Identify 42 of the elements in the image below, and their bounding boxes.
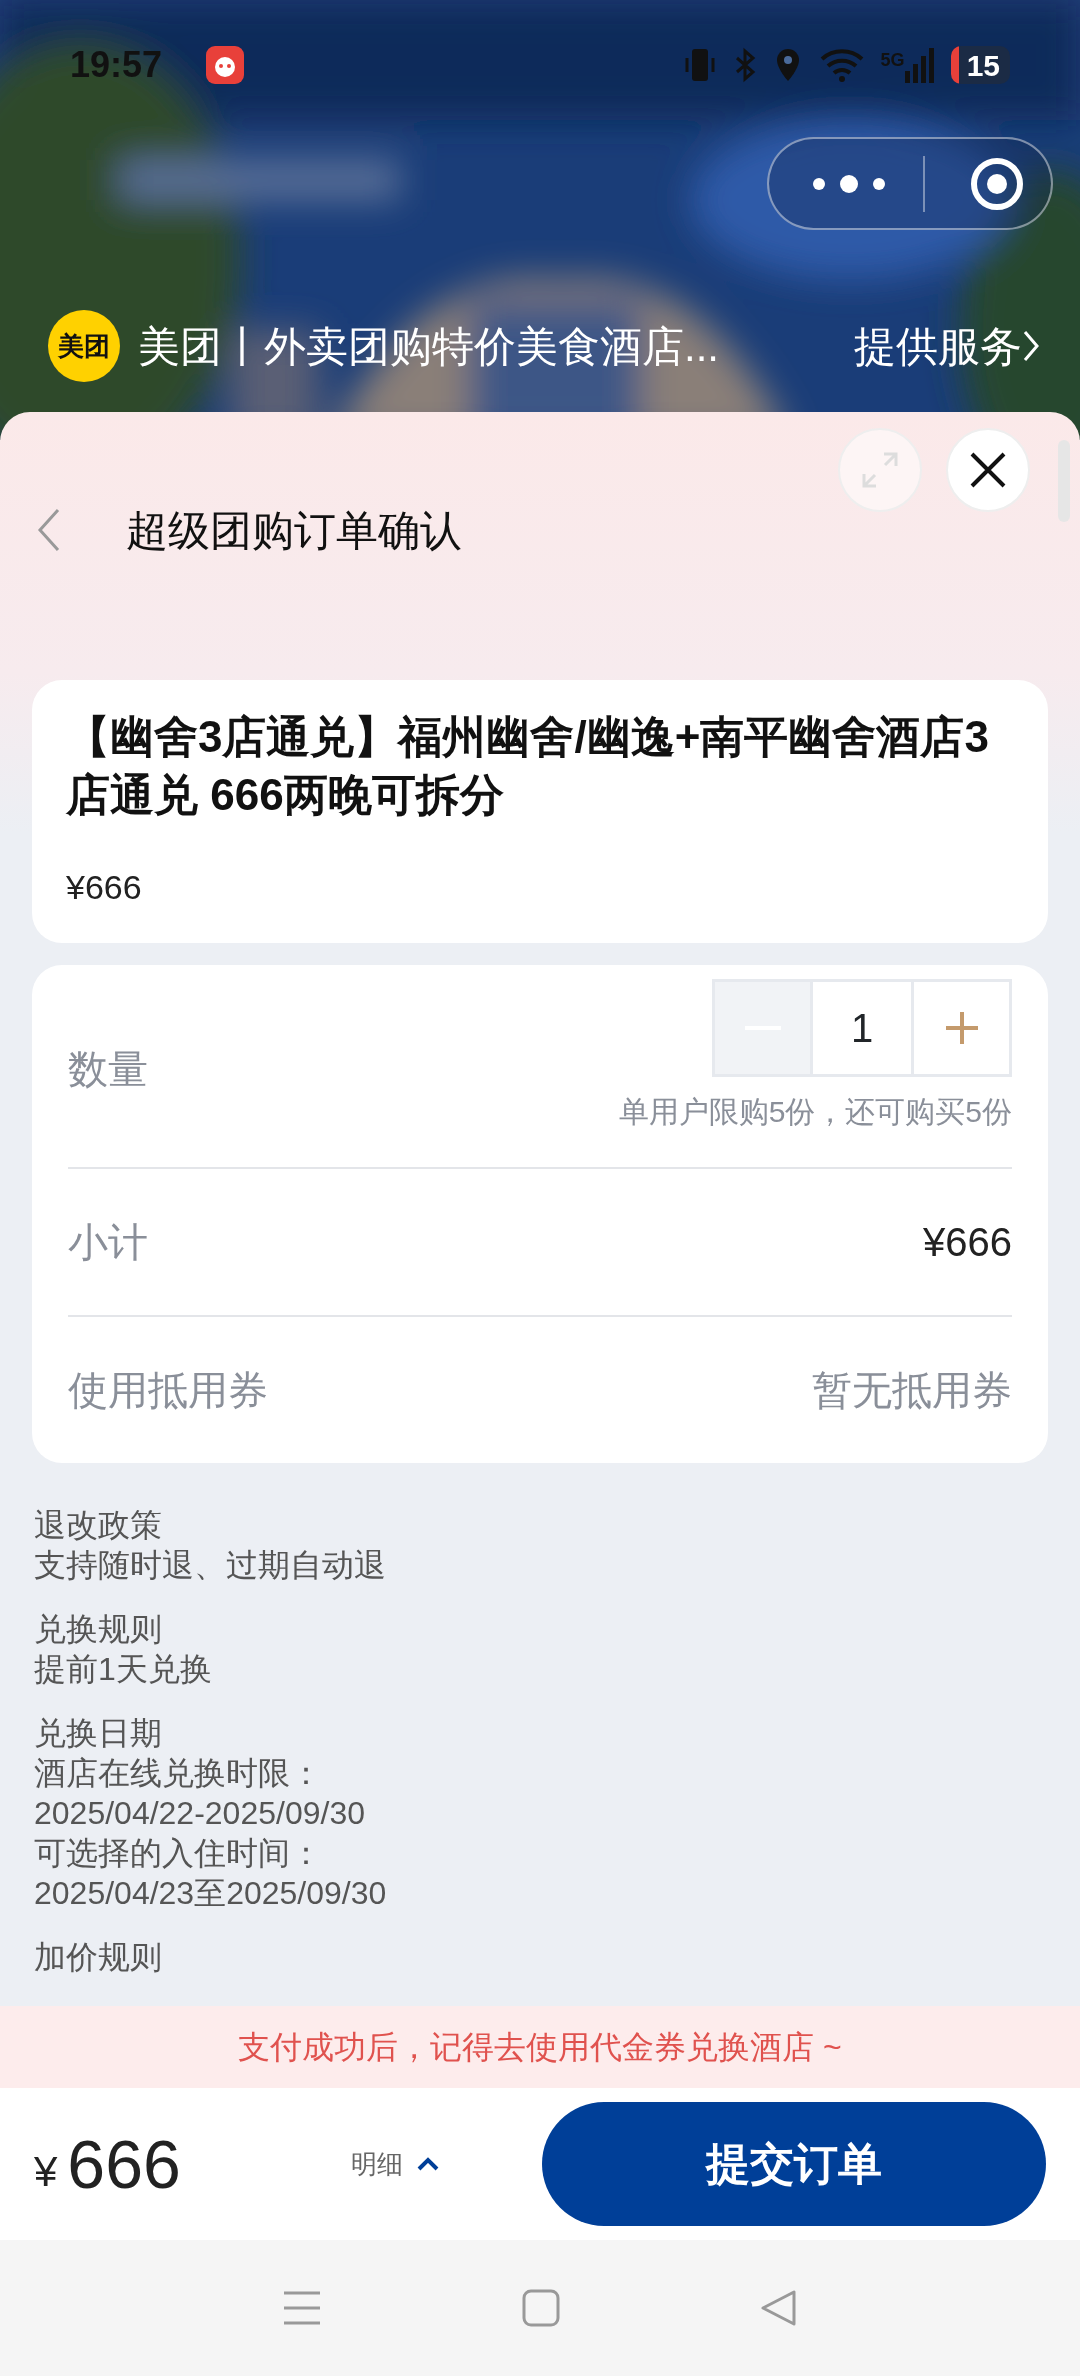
policy-text: 2025/04/23至2025/09/30 bbox=[34, 1874, 388, 1913]
chevron-right-icon bbox=[1022, 329, 1040, 363]
policy-title: 兑换规则 bbox=[34, 1610, 163, 1649]
policy-title: 加价规则 bbox=[34, 1938, 163, 1977]
limit-note: 单用户限购5份，还可购买5份 bbox=[618, 1094, 1012, 1130]
policy-text: 可选择的入住时间： bbox=[34, 1834, 323, 1873]
signal-icon bbox=[904, 47, 935, 83]
app-icon bbox=[206, 46, 245, 84]
quantity-field[interactable]: 1 bbox=[813, 979, 911, 1077]
product-price: ¥666 bbox=[66, 867, 143, 908]
mini-program-name: 美团丨外卖团购特价美食酒店... bbox=[138, 321, 719, 372]
close-icon bbox=[968, 450, 1008, 490]
wifi-icon bbox=[818, 46, 865, 84]
policy-text: 酒店在线兑换时限： bbox=[34, 1754, 323, 1793]
total-price: 666 bbox=[67, 2125, 181, 2204]
back-triangle-icon[interactable] bbox=[760, 2289, 798, 2327]
subtotal-value: ¥666 bbox=[923, 1219, 1012, 1266]
plus-icon bbox=[943, 1010, 980, 1046]
status-time: 19:57 bbox=[70, 43, 163, 87]
detail-toggle[interactable]: 明细 bbox=[350, 2144, 439, 2184]
policy-title: 兑换日期 bbox=[34, 1714, 163, 1753]
network-label: 5G bbox=[880, 49, 905, 72]
policy-title: 退改政策 bbox=[34, 1506, 163, 1545]
service-link[interactable]: 提供服务 bbox=[854, 314, 1040, 378]
policy-text: 提前1天兑换 bbox=[34, 1650, 213, 1689]
battery-indicator: 15 bbox=[950, 46, 1010, 84]
home-icon[interactable] bbox=[522, 2289, 560, 2327]
chevron-up-icon bbox=[416, 2157, 439, 2171]
row-label: 小计 bbox=[68, 1219, 148, 1266]
policy-text: 2025/04/22-2025/09/30 bbox=[34, 1794, 366, 1833]
row-label: 使用抵用券 bbox=[68, 1367, 268, 1414]
currency-symbol: ¥ bbox=[34, 2146, 58, 2197]
policy-text: 支持随时退、过期自动退 bbox=[34, 1546, 387, 1585]
page-title: 超级团购订单确认 bbox=[126, 505, 462, 556]
reminder-banner-text: 支付成功后，记得去使用代金券兑换酒店 ~ bbox=[238, 2028, 842, 2067]
quantity-label: 数量 bbox=[68, 1046, 148, 1093]
plus-button[interactable] bbox=[911, 979, 1012, 1077]
product-title: 【幽舍3店通兑】福州幽舍/幽逸+南平幽舍酒店3店通兑 666两晚可拆分 bbox=[66, 711, 990, 821]
back-icon[interactable] bbox=[36, 507, 62, 553]
target-icon[interactable] bbox=[969, 155, 1025, 212]
menu-icon[interactable] bbox=[282, 2290, 322, 2326]
submit-order-button[interactable]: 提交订单 bbox=[542, 2102, 1046, 2226]
